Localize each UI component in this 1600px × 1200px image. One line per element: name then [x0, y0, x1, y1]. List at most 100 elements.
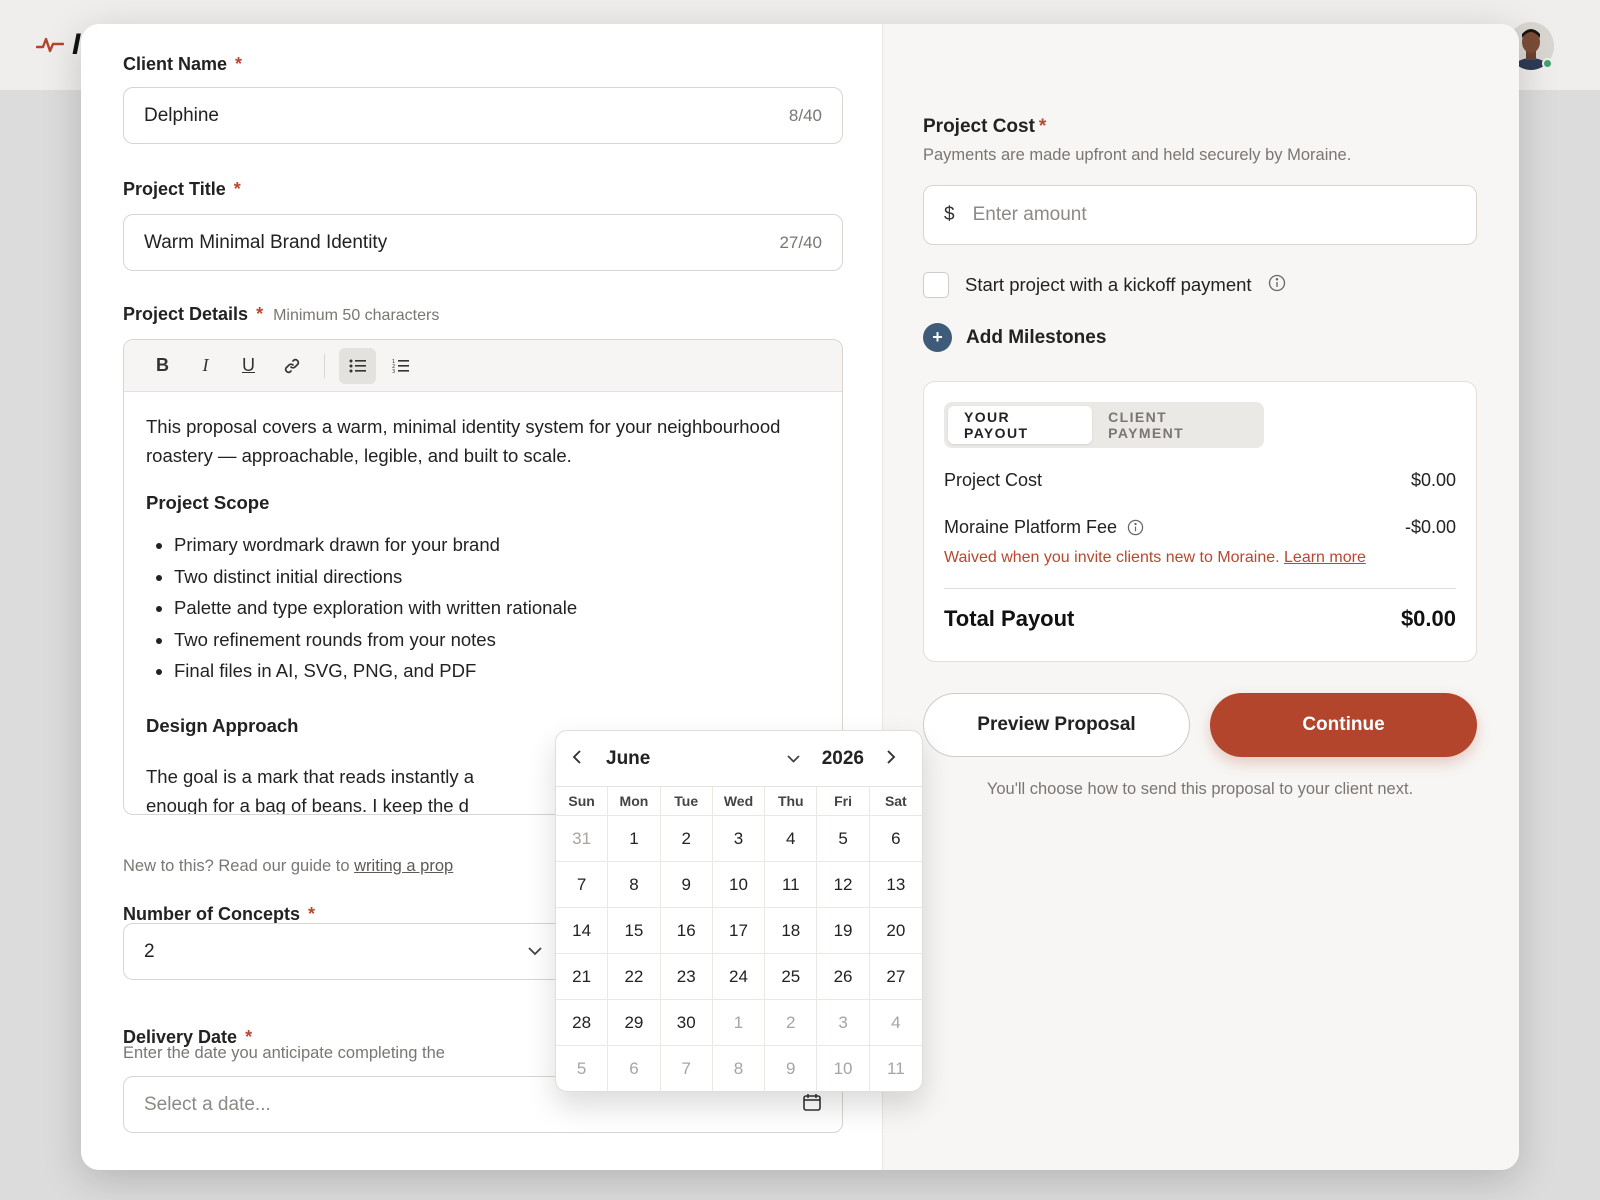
- numbered-list-icon[interactable]: 123: [382, 348, 419, 384]
- weekday-label: Thu: [765, 787, 818, 816]
- italic-icon[interactable]: I: [187, 348, 224, 384]
- guide-link[interactable]: writing a prop: [354, 857, 453, 875]
- calendar-icon[interactable]: [802, 1092, 822, 1118]
- continue-button[interactable]: Continue: [1210, 693, 1477, 757]
- calendar-day[interactable]: 9: [660, 862, 713, 908]
- calendar-day[interactable]: 21: [556, 954, 609, 1000]
- link-icon[interactable]: [273, 348, 310, 384]
- calendar-day[interactable]: 27: [869, 954, 922, 1000]
- underline-icon[interactable]: U: [230, 348, 267, 384]
- info-icon[interactable]: [1127, 519, 1144, 536]
- calendar-day[interactable]: 3: [817, 1000, 870, 1046]
- month-select[interactable]: June: [606, 748, 650, 770]
- project-title-input[interactable]: Warm Minimal Brand Identity 27/40: [123, 214, 843, 271]
- weekday-label: Fri: [817, 787, 870, 816]
- calendar-day[interactable]: 15: [608, 908, 661, 954]
- calendar-day[interactable]: 1: [712, 1000, 766, 1046]
- total-payout-row: Total Payout $0.00: [944, 606, 1456, 632]
- calendar-day[interactable]: 7: [556, 862, 609, 908]
- project-cost-row-label: Project Cost: [944, 470, 1043, 490]
- project-title-value: Warm Minimal Brand Identity: [144, 231, 388, 253]
- calendar-day[interactable]: 3: [712, 816, 766, 862]
- preview-proposal-button[interactable]: Preview Proposal: [923, 693, 1190, 757]
- list-item: Primary wordmark drawn for your brand: [174, 529, 820, 561]
- date-picker-header: June 2026: [556, 731, 922, 787]
- calendar-day[interactable]: 11: [765, 862, 818, 908]
- project-cost-row-value: $0.00: [1410, 470, 1456, 490]
- calendar-day[interactable]: 11: [870, 1046, 922, 1091]
- calendar-day[interactable]: 13: [869, 862, 922, 908]
- payout-summary-card: YOUR PAYOUT CLIENT PAYMENT Project Cost …: [923, 381, 1477, 662]
- calendar-day[interactable]: 5: [556, 1046, 609, 1091]
- bold-icon[interactable]: B: [144, 348, 181, 384]
- calendar-day[interactable]: 12: [817, 862, 870, 908]
- calendar-day[interactable]: 18: [765, 908, 818, 954]
- concepts-value: 2: [144, 940, 155, 962]
- calendar-day[interactable]: 28: [556, 1000, 609, 1046]
- calendar-day[interactable]: 6: [608, 1046, 661, 1091]
- tab-client-payment[interactable]: CLIENT PAYMENT: [1092, 406, 1260, 444]
- payout-tabs: YOUR PAYOUT CLIENT PAYMENT: [944, 402, 1264, 448]
- client-name-input[interactable]: Delphine 8/40: [123, 87, 843, 144]
- calendar-day[interactable]: 24: [712, 954, 766, 1000]
- calendar-day[interactable]: 10: [712, 862, 766, 908]
- calendar-day[interactable]: 17: [712, 908, 766, 954]
- list-item: Two distinct initial directions: [174, 561, 820, 593]
- platform-fee-label: Moraine Platform Fee: [944, 517, 1118, 537]
- editor-intro: This proposal covers a warm, minimal ide…: [146, 416, 781, 466]
- chevron-right-icon[interactable]: [886, 748, 906, 769]
- calendar-day[interactable]: 5: [817, 816, 870, 862]
- calendar-day[interactable]: 8: [713, 1046, 766, 1091]
- calendar-day[interactable]: 26: [817, 954, 870, 1000]
- pulse-logo-icon: [36, 37, 64, 53]
- amount-placeholder: Enter amount: [972, 204, 1087, 225]
- project-cost-row: Project Cost $0.00: [944, 470, 1456, 491]
- add-milestones-button[interactable]: + Add Milestones: [923, 323, 1106, 352]
- learn-more-link[interactable]: Learn more: [1284, 549, 1366, 566]
- amount-input[interactable]: $ Enter amount: [923, 185, 1477, 245]
- platform-fee-value: -$0.00: [1404, 517, 1456, 537]
- total-payout-value: $0.00: [1400, 606, 1456, 631]
- chevron-down-icon[interactable]: [787, 751, 800, 766]
- tab-your-payout[interactable]: YOUR PAYOUT: [948, 406, 1093, 444]
- calendar-day[interactable]: 7: [661, 1046, 713, 1091]
- calendar-day[interactable]: 23: [660, 954, 713, 1000]
- project-cost-subtitle: Payments are made upfront and held secur…: [923, 146, 1352, 164]
- bullet-list-icon[interactable]: [339, 347, 376, 384]
- fee-waiver-note: Waived when you invite clients new to Mo…: [944, 549, 1366, 566]
- calendar-day[interactable]: 4: [765, 816, 818, 862]
- calendar-day[interactable]: 25: [765, 954, 818, 1000]
- kickoff-checkbox[interactable]: [923, 272, 949, 298]
- summary-divider: [944, 588, 1456, 589]
- calendar-day[interactable]: 29: [608, 1000, 661, 1046]
- calendar-day[interactable]: 20: [869, 908, 922, 954]
- calendar-day[interactable]: 8: [608, 862, 661, 908]
- calendar-day[interactable]: 16: [660, 908, 713, 954]
- chevron-left-icon[interactable]: [572, 748, 592, 769]
- calendar-day[interactable]: 19: [817, 908, 870, 954]
- scope-heading: Project Scope: [146, 492, 270, 513]
- info-icon[interactable]: [1268, 274, 1286, 297]
- total-payout-label: Total Payout: [944, 606, 1075, 631]
- weekday-label: Mon: [608, 787, 661, 816]
- kickoff-payment-option[interactable]: Start project with a kickoff payment: [923, 272, 1286, 298]
- calendar-day[interactable]: 9: [765, 1046, 818, 1091]
- calendar-day[interactable]: 14: [556, 908, 609, 954]
- list-item: Two refinement rounds from your notes: [174, 624, 820, 656]
- year-select[interactable]: 2026: [822, 748, 864, 770]
- calendar-day[interactable]: 30: [660, 1000, 713, 1046]
- calendar-day[interactable]: 1: [608, 816, 661, 862]
- svg-text:3: 3: [392, 369, 395, 374]
- next-step-note: You'll choose how to send this proposal …: [986, 780, 1414, 798]
- calendar-day[interactable]: 22: [608, 954, 661, 1000]
- calendar-day[interactable]: 10: [817, 1046, 870, 1091]
- project-details-label: Project Details * Minimum 50 characters: [123, 304, 440, 324]
- weekday-label: Sun: [556, 787, 609, 816]
- date-picker-popover: June 2026 Sun Mon Tue Wed Thu Fri Sat 31…: [555, 730, 923, 1092]
- calendar-day[interactable]: 6: [869, 816, 922, 862]
- concepts-select[interactable]: 2: [123, 923, 563, 980]
- calendar-day[interactable]: 4: [869, 1000, 922, 1046]
- calendar-day[interactable]: 31: [556, 816, 609, 862]
- calendar-day[interactable]: 2: [660, 816, 713, 862]
- calendar-day[interactable]: 2: [765, 1000, 818, 1046]
